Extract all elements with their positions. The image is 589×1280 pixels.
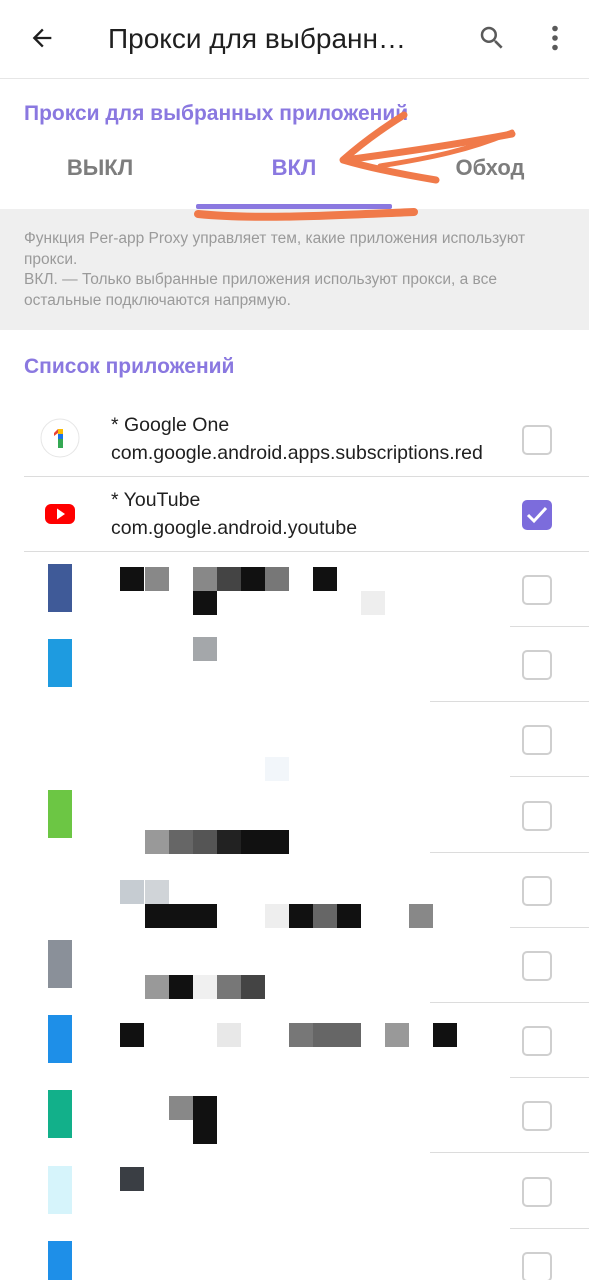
app-row-redacted[interactable] — [0, 1229, 589, 1280]
redacted-pixel — [193, 637, 217, 661]
redacted-pixel — [193, 830, 217, 854]
redacted-pixel — [193, 1096, 217, 1120]
redacted-app-icon — [48, 1090, 72, 1139]
app-package: com.google.android.apps.subscriptions.re… — [111, 442, 483, 464]
app-checkbox-checked[interactable] — [522, 500, 552, 530]
app-row-redacted[interactable] — [0, 928, 589, 1003]
app-checkbox[interactable] — [522, 725, 552, 756]
more-options-button[interactable] — [538, 18, 572, 58]
redacted-pixel — [193, 904, 217, 928]
redacted-pixel — [217, 1023, 241, 1047]
redacted-pixel — [120, 567, 144, 591]
redacted-pixel — [385, 1023, 409, 1047]
redacted-app-icon — [48, 940, 72, 988]
redacted-app-icon — [48, 1240, 72, 1280]
redacted-pixel — [145, 880, 169, 904]
google-one-icon — [40, 418, 80, 458]
back-button[interactable] — [22, 20, 62, 56]
redacted-pixel — [120, 880, 144, 904]
redacted-pixel — [337, 1023, 361, 1047]
tab-bypass[interactable]: Обход — [420, 150, 560, 186]
app-row-redacted[interactable] — [0, 1078, 589, 1154]
page-title: Прокси для выбранн… — [108, 23, 406, 54]
redacted-pixel — [241, 975, 265, 999]
redacted-pixel — [145, 975, 169, 999]
redacted-pixel — [241, 567, 265, 591]
mode-section-title: Прокси для выбранных приложений — [24, 102, 409, 125]
redacted-pixel — [265, 567, 289, 591]
checkmark-icon — [526, 506, 548, 524]
redacted-pixel — [169, 1096, 193, 1120]
redacted-pixel — [337, 904, 361, 928]
redacted-pixel — [169, 904, 193, 928]
redacted-pixel — [361, 591, 385, 615]
redacted-app-icon — [48, 864, 72, 913]
redacted-pixel — [289, 904, 313, 928]
redacted-pixel — [145, 830, 169, 854]
redacted-pixel — [289, 1023, 313, 1047]
search-icon — [480, 26, 503, 49]
redacted-app-icon — [48, 714, 72, 763]
redacted-pixel — [145, 567, 169, 591]
tab-on[interactable]: ВКЛ — [196, 150, 392, 186]
app-checkbox[interactable] — [522, 575, 552, 605]
redacted-pixel — [313, 567, 337, 591]
redacted-pixel — [409, 904, 433, 928]
app-row-youtube[interactable]: * YouTube com.google.android.youtube — [0, 477, 589, 552]
redacted-app-icon — [48, 639, 72, 688]
redacted-app-icon — [48, 789, 72, 838]
redacted-pixel — [217, 975, 241, 999]
app-checkbox[interactable] — [522, 951, 552, 981]
app-row-redacted[interactable] — [0, 1154, 589, 1229]
tab-off[interactable]: ВЫКЛ — [20, 150, 180, 186]
appbar-divider — [0, 78, 589, 79]
app-checkbox[interactable] — [522, 875, 552, 906]
redacted-pixel — [313, 1023, 337, 1047]
redacted-pixel — [265, 830, 289, 854]
redacted-pixel — [313, 904, 337, 928]
app-name: * Google One — [111, 414, 230, 436]
redacted-pixel — [193, 975, 217, 999]
redacted-pixel — [241, 830, 265, 854]
redacted-app-icon — [48, 1015, 72, 1064]
redacted-pixel — [217, 830, 241, 854]
app-row-google-one[interactable]: * Google One com.google.android.apps.sub… — [0, 402, 589, 477]
app-checkbox[interactable] — [522, 650, 552, 681]
redacted-pixel — [193, 567, 217, 591]
search-button[interactable] — [472, 18, 512, 58]
redacted-app-icon — [48, 1165, 72, 1214]
redacted-pixel — [169, 830, 193, 854]
redacted-pixel — [193, 591, 217, 615]
mode-description: Функция Per-app Proxy управляет тем, как… — [0, 209, 589, 330]
app-checkbox[interactable] — [522, 1026, 552, 1057]
redacted-app-icon — [48, 564, 72, 612]
app-list-title: Список приложений — [24, 355, 235, 378]
app-row-redacted[interactable] — [0, 778, 589, 853]
app-checkbox[interactable] — [522, 800, 552, 831]
youtube-icon — [40, 493, 80, 533]
redacted-pixel — [120, 1167, 144, 1191]
app-bar: Прокси для выбранн… — [0, 0, 589, 78]
app-checkbox[interactable] — [522, 1251, 552, 1280]
description-line-2: ВКЛ. — Только выбранные приложения испол… — [24, 271, 497, 309]
app-row-redacted[interactable] — [0, 702, 589, 778]
redacted-pixel — [217, 567, 241, 591]
redacted-pixel — [120, 1023, 144, 1047]
app-row-redacted[interactable] — [0, 552, 589, 627]
redacted-pixel — [145, 904, 169, 928]
redacted-pixel — [265, 904, 289, 928]
app-package: com.google.android.youtube — [111, 517, 358, 539]
description-line-1: Функция Per-app Proxy управляет тем, как… — [24, 230, 526, 268]
redacted-pixel — [169, 975, 193, 999]
app-checkbox[interactable] — [522, 1101, 552, 1132]
redacted-pixel — [433, 1023, 457, 1047]
app-checkbox[interactable] — [522, 425, 552, 455]
more-vert-icon — [552, 25, 558, 51]
arrow-back-icon — [32, 28, 52, 48]
app-row-redacted[interactable] — [0, 627, 589, 703]
app-name: * YouTube — [111, 489, 201, 511]
redacted-pixel — [193, 1120, 217, 1144]
app-checkbox[interactable] — [522, 1176, 552, 1207]
